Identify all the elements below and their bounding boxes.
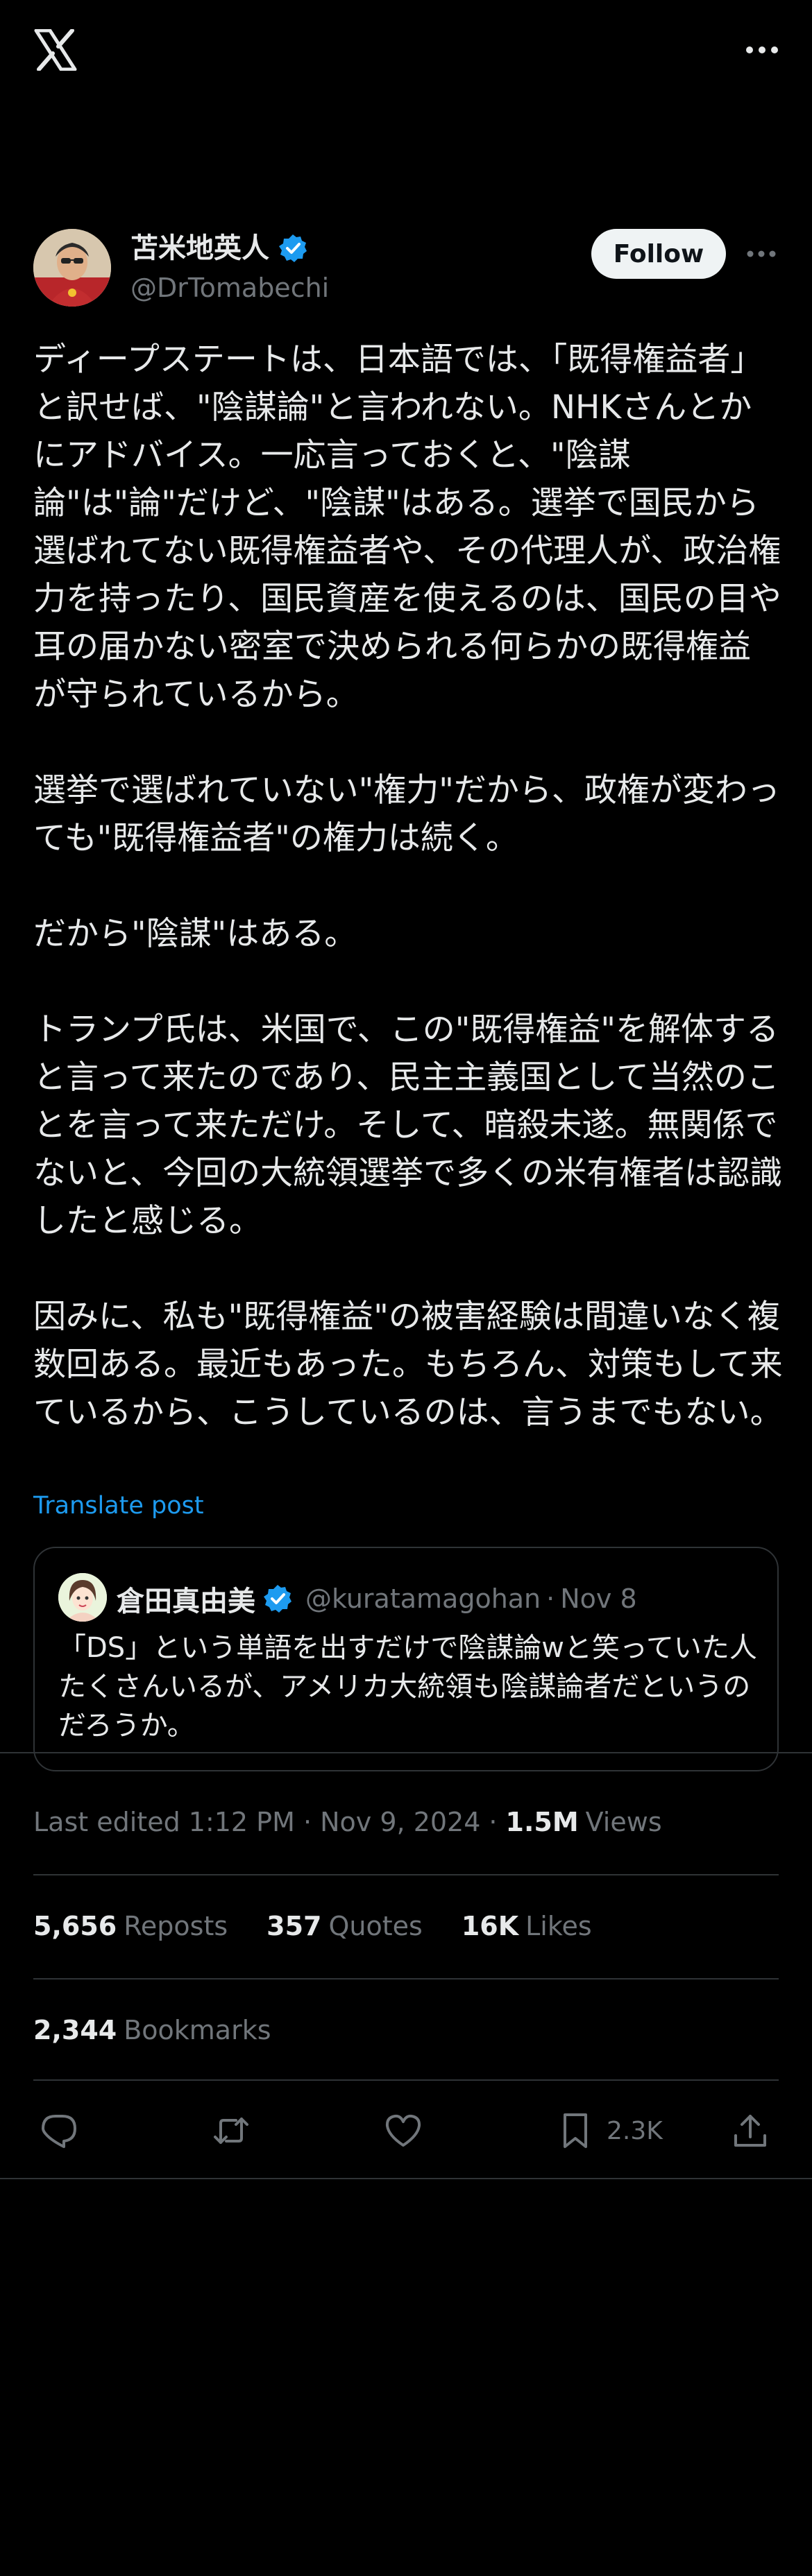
quote-separator: · bbox=[546, 1583, 555, 1614]
edited-timestamp[interactable]: Last edited 1:12 PM · Nov 9, 2024 bbox=[33, 1805, 480, 1839]
avatar[interactable] bbox=[33, 229, 111, 307]
verified-badge-icon bbox=[264, 1585, 291, 1613]
reposts-label: Reposts bbox=[124, 1911, 228, 1941]
follow-button[interactable]: Follow bbox=[591, 229, 726, 279]
more-options-icon[interactable] bbox=[741, 36, 783, 64]
author-display-name[interactable]: 苫米地英人 bbox=[130, 230, 269, 266]
tweet-meta: Last edited 1:12 PM · Nov 9, 2024 · 1.5M… bbox=[33, 1805, 662, 1839]
quote-handle: @kuratamagohan bbox=[305, 1583, 541, 1614]
verified-badge-icon bbox=[279, 234, 307, 262]
tweet-author: 苫米地英人 @DrTomabechi Follow bbox=[33, 229, 779, 312]
bookmarks-count: 2,344 bbox=[33, 2015, 117, 2045]
quotes-label: Quotes bbox=[328, 1911, 423, 1941]
divider bbox=[0, 2178, 812, 2179]
bookmark-icon bbox=[564, 2113, 587, 2148]
more-options-icon[interactable] bbox=[744, 240, 779, 268]
bookmarks-label: Bookmarks bbox=[124, 2015, 271, 2045]
tweet-text: ディープステートは、日本語では、「既得権益者」と訳せば、"陰謀論"と言われない。… bbox=[33, 341, 783, 1432]
repost-icon bbox=[214, 2118, 248, 2144]
divider bbox=[33, 1874, 779, 1875]
tweet-detail-page: 苫米地英人 @DrTomabechi Follow ディープステートは、日本語で… bbox=[0, 0, 812, 2576]
reply-icon bbox=[42, 2115, 76, 2148]
views-label: Views bbox=[585, 1807, 662, 1837]
reposts-count: 5,656 bbox=[33, 1911, 117, 1941]
like-button[interactable] bbox=[383, 2109, 423, 2153]
reposts-stat[interactable]: 5,656 Reposts bbox=[33, 1909, 228, 1943]
quote-date: Nov 8 bbox=[560, 1583, 637, 1614]
share-button[interactable] bbox=[730, 2109, 770, 2153]
quote-avatar[interactable] bbox=[58, 1573, 107, 1622]
likes-count: 16K bbox=[461, 1911, 519, 1941]
action-bar: 2.3K bbox=[33, 2109, 779, 2153]
quote-header: 倉田真由美 @kuratamagohan · Nov 8 bbox=[117, 1579, 637, 1619]
repost-button[interactable] bbox=[211, 2109, 251, 2153]
bookmark-button[interactable]: 2.3K bbox=[555, 2109, 663, 2153]
divider bbox=[33, 1978, 779, 1980]
quoted-tweet-card[interactable]: 倉田真由美 @kuratamagohan · Nov 8 「DS」という単語を出… bbox=[33, 1547, 779, 1771]
meta-separator: · bbox=[489, 1807, 498, 1837]
reply-button[interactable] bbox=[39, 2109, 79, 2153]
share-icon bbox=[734, 2115, 766, 2147]
heart-icon bbox=[385, 2114, 421, 2147]
likes-stat[interactable]: 16K Likes bbox=[462, 1909, 592, 1943]
top-bar bbox=[0, 0, 812, 104]
bookmarks-stat[interactable]: 2,344 Bookmarks bbox=[33, 2013, 271, 2047]
author-name-row: 苫米地英人 bbox=[130, 230, 308, 266]
quotes-stat[interactable]: 357 Quotes bbox=[267, 1909, 423, 1943]
quote-display-name: 倉田真由美 bbox=[117, 1586, 255, 1617]
views-count: 1.5M bbox=[505, 1807, 579, 1837]
quotes-count: 357 bbox=[267, 1911, 322, 1941]
quote-text: 「DS」という単語を出すだけで陰謀論wと笑っていた人たくさんいるが、アメリカ大統… bbox=[58, 1632, 757, 1742]
divider bbox=[33, 2079, 779, 2081]
divider bbox=[0, 1752, 812, 1753]
x-logo-icon[interactable] bbox=[33, 29, 78, 71]
likes-label: Likes bbox=[525, 1911, 592, 1941]
translate-post-link[interactable]: Translate post bbox=[33, 1490, 204, 1522]
author-handle[interactable]: @DrTomabechi bbox=[130, 271, 329, 305]
bookmark-count: 2.3K bbox=[607, 2116, 663, 2145]
engagement-stats: 5,656 Reposts 357 Quotes 16K Likes bbox=[33, 1909, 631, 1943]
